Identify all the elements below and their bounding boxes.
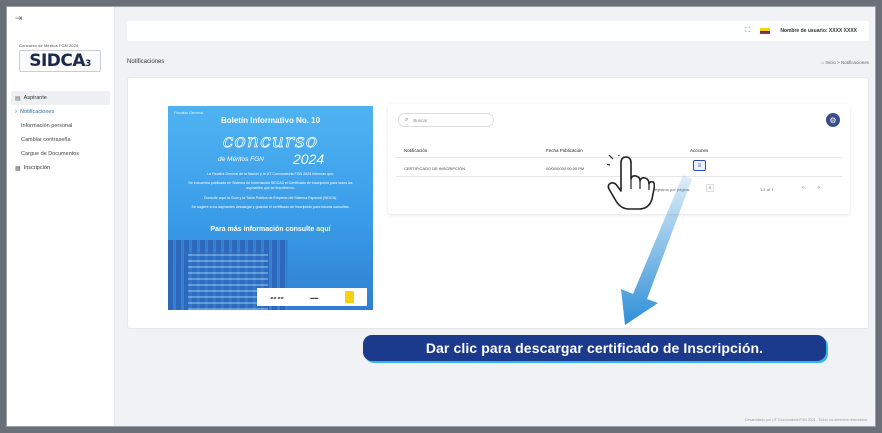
- app-window: ⇥ Concurso de Méritos FGN 2024 SIDCA3 ▤ …: [6, 6, 876, 427]
- instruction-callout: Dar clic para descargar certificado de I…: [363, 335, 826, 361]
- instruction-text: Dar clic para descargar certificado de I…: [425, 340, 764, 356]
- footer-text: Desarrollado por UT Convocatoria FGN 202…: [745, 418, 867, 422]
- arrow-annotation: [621, 175, 692, 325]
- hand-pointer-icon: [607, 155, 655, 210]
